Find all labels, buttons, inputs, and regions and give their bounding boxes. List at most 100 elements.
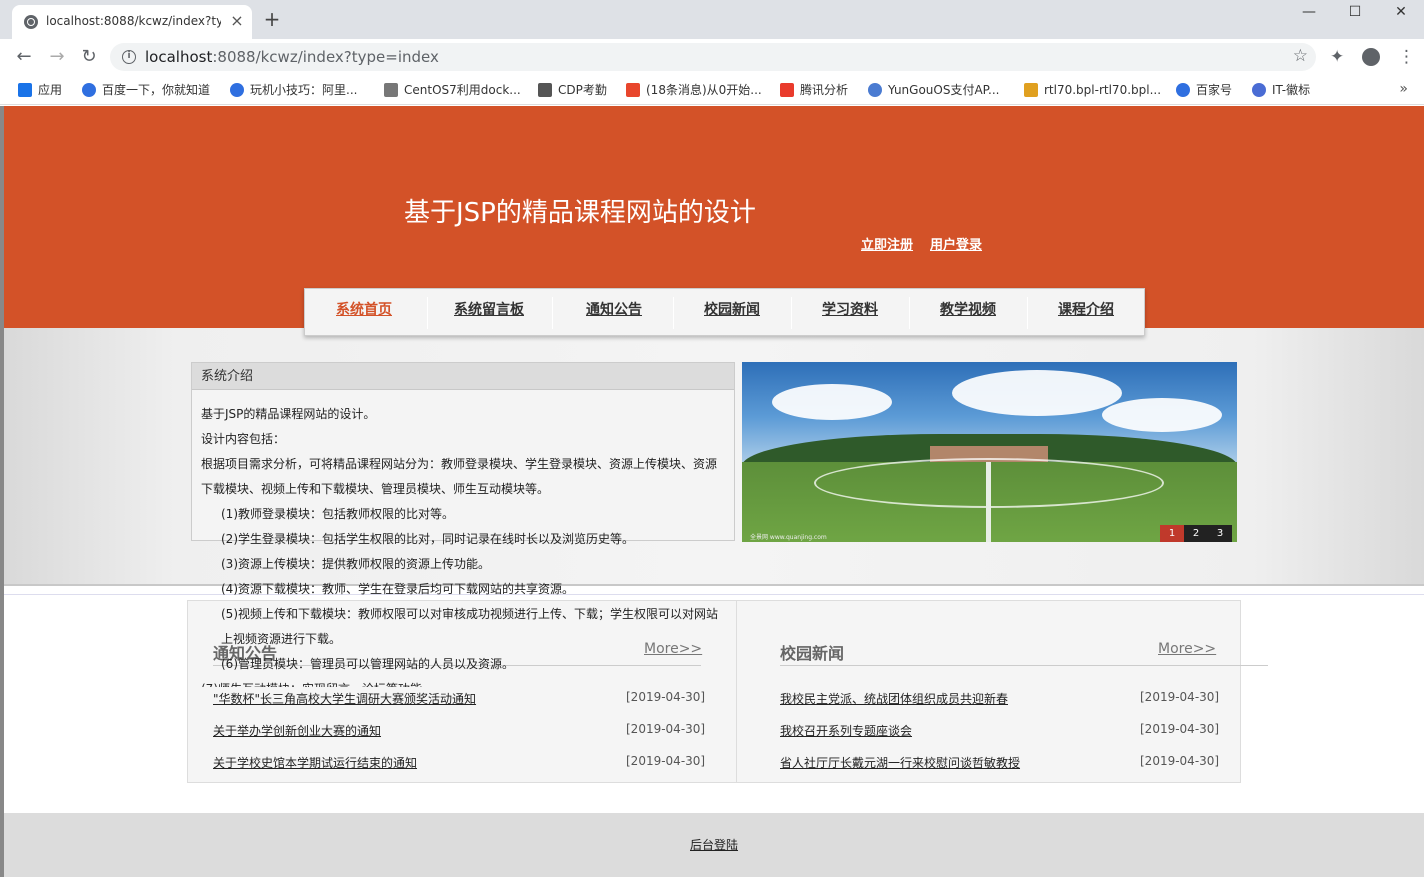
intro-line: 根据项目需求分析，可将精品课程网站分为：教师登录模块、学生登录模块、资源上传模块… [201, 457, 718, 496]
news-more-link[interactable]: More>> [1158, 641, 1216, 657]
bookmark-item[interactable]: CDP考勤 [538, 81, 607, 99]
notices-item[interactable]: 关于学校史馆本学期试运行结束的通知 [213, 754, 417, 771]
window-close-icon[interactable]: ✕ [1378, 0, 1424, 26]
more-menu-icon[interactable]: ⋮ [1398, 47, 1415, 67]
bookmark-label: 百家号 [1196, 83, 1233, 97]
bookmark-label: (18条消息)从0开始... [646, 83, 762, 97]
slide-cloud [772, 384, 892, 420]
notices-item[interactable]: 关于举办学创新创业大赛的通知 [213, 722, 381, 739]
intro-line: (2)学生登录模块：包括学生权限的比对，同时记录在线时长以及浏览历史等。 [221, 532, 635, 546]
bookmark-item[interactable]: YunGouOS支付AP... [868, 81, 1000, 99]
forward-icon[interactable]: → [47, 47, 67, 67]
bookmark-label: IT-徽标 [1272, 83, 1311, 97]
bookmark-item[interactable]: 应用 [18, 81, 62, 99]
notices-item[interactable]: "华数杯"长三角高校大学生调研大赛颁奖活动通知 [213, 690, 476, 707]
baidu-paw-icon [1176, 83, 1190, 97]
login-link[interactable]: 用户登录 [930, 234, 982, 253]
nav-item[interactable]: 学习资料 [800, 289, 900, 335]
main-nav: 系统首页 系统留言板 通知公告 校园新闻 学习资料 教学视频 课程介绍 [304, 288, 1145, 336]
column-divider [736, 601, 737, 782]
bookmark-label: 玩机小技巧：阿里... [250, 83, 358, 97]
notices-date: [2019-04-30] [626, 754, 706, 768]
bookmark-item[interactable]: (18条消息)从0开始... [626, 81, 762, 99]
reload-icon[interactable]: ↻ [79, 47, 99, 67]
nav-item[interactable]: 校园新闻 [682, 289, 782, 335]
slider-page-button[interactable]: 3 [1208, 525, 1232, 542]
news-rule [780, 665, 1268, 666]
nav-item[interactable]: 教学视频 [918, 289, 1018, 335]
news-item[interactable]: 省人社厅厅长戴元湖一行来校慰问谈哲敏教授 [780, 754, 1020, 771]
admin-login-link[interactable]: 后台登陆 [690, 836, 738, 853]
intro-line: 基于JSP的精品课程网站的设计。 [201, 407, 376, 421]
bookmark-label: 腾讯分析 [800, 83, 849, 97]
minimize-icon[interactable]: — [1286, 0, 1332, 26]
nav-separator [909, 297, 910, 329]
nav-item[interactable]: 通知公告 [564, 289, 664, 335]
baidu-paw-icon [230, 83, 244, 97]
circle-c-icon [1252, 83, 1266, 97]
bookmark-item[interactable]: IT-徽标 [1252, 81, 1310, 99]
intro-line: (6)管理员模块：管理员可以管理网站的人员以及资源。 [221, 657, 515, 671]
profile-avatar-icon[interactable] [1362, 48, 1380, 66]
browser-tab[interactable]: localhost:8088/kcwz/index?type=index × [12, 5, 252, 39]
news-item[interactable]: 我校召开系列专题座谈会 [780, 722, 912, 739]
notices-date: [2019-04-30] [626, 690, 706, 704]
bookmark-item[interactable]: 百家号 [1176, 81, 1232, 99]
slide-cloud [952, 370, 1122, 416]
register-link[interactable]: 立即注册 [861, 234, 913, 253]
bookmark-label: CDP考勤 [558, 83, 607, 97]
url-text[interactable]: localhost:8088/kcwz/index?type=index [145, 48, 439, 66]
csdn-icon [626, 83, 640, 97]
bookmarks-bar: 应用 百度一下，你就知道 玩机小技巧：阿里... CentOS7利用dock... CD… [0, 75, 1424, 105]
bookmark-label: 应用 [38, 83, 63, 97]
slider-page-button[interactable]: 2 [1184, 525, 1208, 542]
news-date: [2019-04-30] [1140, 754, 1220, 768]
info-icon[interactable]: i [122, 50, 136, 64]
nav-separator [551, 297, 553, 329]
back-icon[interactable]: ← [14, 47, 34, 67]
slide-cloud [1102, 398, 1222, 432]
tencent-icon [780, 83, 794, 97]
news-item[interactable]: 我校民主党派、统战团体组织成员共迎新春 [780, 690, 1008, 707]
bookmark-label: YunGouOS支付AP... [888, 83, 1000, 97]
bookmark-item[interactable]: 玩机小技巧：阿里... [230, 81, 357, 99]
moon-icon [1024, 83, 1038, 97]
nav-item[interactable]: 系统留言板 [429, 289, 549, 335]
bookmark-item[interactable]: 百度一下，你就知道 [82, 81, 210, 99]
bookmark-label: CentOS7利用dock... [404, 83, 521, 97]
browser-toolbar: ← → ↻ i localhost:8088/kcwz/index?type=i… [0, 39, 1424, 75]
bookmark-item[interactable]: 腾讯分析 [780, 81, 848, 99]
globe-icon [24, 15, 38, 29]
intro-line: 设计内容包括： [201, 432, 286, 446]
bookmark-item[interactable]: rtl70.bpl-rtl70.bpl... [1024, 81, 1161, 99]
intro-line: (7)师生互动模块：实现留言、论坛等功能。 [201, 677, 723, 687]
maximize-icon[interactable]: ☐ [1332, 0, 1378, 26]
chart-icon [538, 83, 552, 97]
slider-page-button[interactable]: 1 [1160, 525, 1184, 542]
bookmark-star-icon[interactable]: ☆ [1293, 46, 1308, 66]
address-bar[interactable]: i localhost:8088/kcwz/index?type=index ☆ [110, 43, 1316, 71]
news-date: [2019-04-30] [1140, 690, 1220, 704]
news-date: [2019-04-30] [1140, 722, 1220, 736]
bookmark-label: rtl70.bpl-rtl70.bpl... [1044, 83, 1162, 97]
slide-watermark: 全景网 www.quanjing.com [750, 534, 827, 541]
news-title: 校园新闻 [780, 644, 845, 663]
bookmark-item[interactable]: CentOS7利用dock... [384, 81, 521, 99]
campus-photo-slider[interactable]: 全景网 www.quanjing.com 123 [742, 362, 1237, 542]
apps-grid-icon [18, 83, 32, 97]
notices-date: [2019-04-30] [626, 722, 706, 736]
extensions-icon[interactable]: ✦ [1330, 47, 1344, 67]
baidu-paw-icon [82, 83, 96, 97]
nav-item[interactable]: 系统首页 [314, 289, 414, 335]
nav-separator [791, 297, 792, 329]
intro-line: (3)资源上传模块：提供教师权限的资源上传功能。 [221, 557, 490, 571]
nav-item[interactable]: 课程介绍 [1036, 289, 1136, 335]
close-icon[interactable]: × [228, 12, 246, 30]
tab-title: localhost:8088/kcwz/index?type=index [46, 14, 221, 28]
new-tab-icon[interactable]: + [262, 9, 282, 29]
slide-field-line [986, 462, 991, 542]
intro-line: (5)视频上传和下载模块：教师权限可以对审核成功视频进行上传、下载；学生权限可以… [221, 607, 719, 646]
bookmarks-overflow-icon[interactable]: » [1399, 81, 1408, 97]
intro-line: (4)资源下载模块：教师、学生在登录后均可下载网站的共享资源。 [221, 582, 575, 596]
page-icon [384, 83, 398, 97]
